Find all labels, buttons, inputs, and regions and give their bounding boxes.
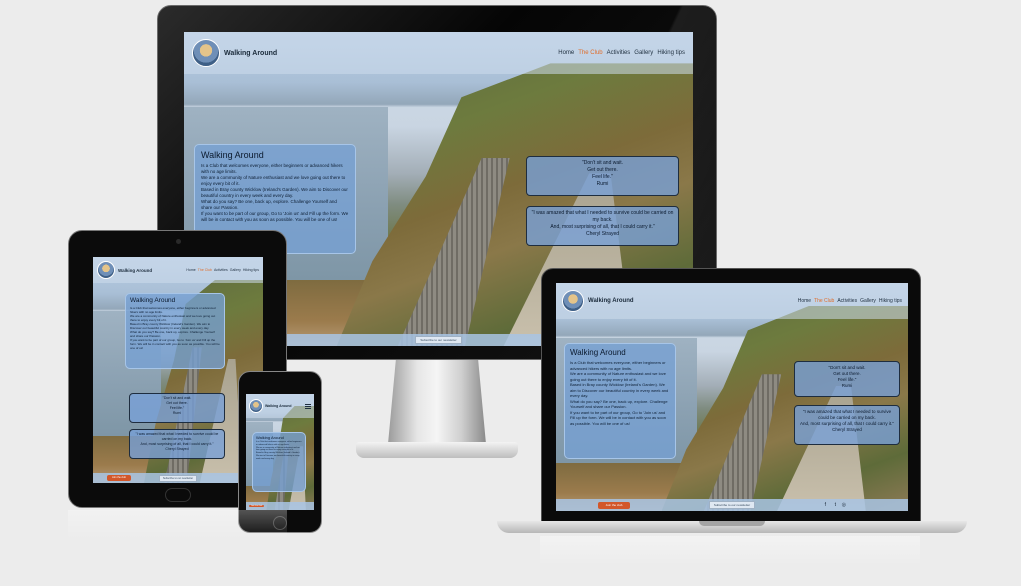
- navbar: Walking Around Home The Club Activities …: [184, 32, 693, 74]
- quote-line: "I was amazed that what I needed to surv…: [531, 210, 674, 223]
- intro-text: What do you say? Be one, back up, explor…: [201, 199, 337, 210]
- club-logo[interactable]: [192, 39, 220, 67]
- nav-gallery[interactable]: Gallery: [860, 298, 876, 304]
- club-logo[interactable]: [562, 290, 584, 312]
- brand-name[interactable]: Walking Around: [265, 404, 292, 408]
- nav-links: Home The Club Activities Gallery Hiking …: [186, 268, 259, 272]
- quote-line: Rumi: [596, 181, 609, 187]
- intro-text: Based in Bray county Wicklow (Ireland's …: [570, 382, 669, 398]
- brand-name[interactable]: Walking Around: [588, 298, 634, 304]
- navbar: Walking Around: [246, 394, 314, 418]
- nav-activities[interactable]: Activities: [607, 50, 631, 56]
- intro-box: Walking Around Is a Club that welcomes e…: [252, 432, 306, 492]
- newsletter-input[interactable]: Subscribe to our newsletter: [415, 336, 462, 344]
- join-club-button[interactable]: Join the club: [249, 505, 265, 507]
- responsive-mockup: { "brand": "Walking Around", "nav": { "i…: [0, 0, 1021, 586]
- quote-rumi: "Don't sit and wait. Get out there. Feel…: [794, 361, 900, 397]
- intro-text: Is a Club that welcomes everyone, either…: [130, 306, 216, 314]
- quote-rumi: "Don't sit and wait. Get out there. Feel…: [129, 393, 225, 423]
- intro-text: We are a community of Nature enthusiast …: [130, 314, 216, 322]
- quote-line: Cheryl Strayed: [165, 447, 189, 451]
- intro-text: We are a community of Nature enthusiast …: [570, 371, 666, 382]
- nav-hiking-tips[interactable]: Hiking tips: [243, 268, 259, 272]
- laptop-screen: Walking Around Home The Club Activities …: [541, 268, 921, 522]
- nav-activities[interactable]: Activities: [837, 298, 857, 304]
- home-button[interactable]: [165, 488, 191, 502]
- laptop-site-screenshot: Walking Around Home The Club Activities …: [556, 283, 908, 511]
- nav-home[interactable]: Home: [186, 268, 195, 272]
- monitor-stand: [356, 360, 518, 462]
- brand-name[interactable]: Walking Around: [224, 50, 277, 57]
- footer: Join the club: [246, 502, 314, 510]
- quote-line: "I was amazed that what I needed to surv…: [135, 432, 219, 441]
- intro-text: Based in Bray county Wicklow (Ireland's …: [201, 187, 348, 198]
- nav-the-club[interactable]: The Club: [814, 298, 834, 304]
- intro-text: If you want to be part of our group, Go …: [570, 409, 666, 426]
- intro-title: Walking Around: [201, 150, 264, 160]
- intro-text: Based in Bray county Wicklow (Ireland's …: [256, 452, 300, 460]
- intro-text: If you want to be part of our group, Go …: [130, 338, 220, 350]
- club-logo[interactable]: [97, 261, 115, 279]
- join-club-button[interactable]: Join the club: [107, 475, 131, 481]
- nav-hiking-tips[interactable]: Hiking tips: [657, 50, 685, 56]
- twitter-icon[interactable]: t: [835, 502, 836, 508]
- nav-home[interactable]: Home: [798, 298, 811, 304]
- facebook-icon[interactable]: f: [825, 502, 826, 508]
- newsletter-input[interactable]: Subscribe to our newsletter: [708, 501, 756, 509]
- nav-hiking-tips[interactable]: Hiking tips: [879, 298, 902, 304]
- quote-line: "I was amazed that what I needed to surv…: [802, 409, 892, 420]
- quote-strayed: "I was amazed that what I needed to surv…: [794, 405, 900, 445]
- nav-home[interactable]: Home: [558, 50, 574, 56]
- club-logo[interactable]: [249, 399, 263, 413]
- quote-strayed: "I was amazed that what I needed to surv…: [526, 206, 679, 246]
- quote-line: And, most surprising of all, that I coul…: [550, 224, 655, 230]
- intro-box: Walking Around Is a Club that welcomes e…: [564, 343, 676, 459]
- laptop-base: [497, 521, 967, 533]
- quote-line: Get out there.: [587, 167, 618, 173]
- instagram-icon[interactable]: ◎: [842, 502, 846, 508]
- quote-line: "Don't sit and wait.: [581, 160, 624, 166]
- intro-text: Is a Club that welcomes everyone, either…: [570, 360, 666, 371]
- reflection: [68, 510, 287, 540]
- nav-gallery[interactable]: Gallery: [634, 50, 653, 56]
- intro-title: Walking Around: [130, 297, 176, 304]
- reflection: [540, 536, 920, 566]
- hamburger-menu-icon[interactable]: [305, 403, 311, 409]
- quote-line: Feel life.": [592, 174, 613, 180]
- nav-gallery[interactable]: Gallery: [230, 268, 241, 272]
- join-club-button[interactable]: Join the club: [598, 502, 630, 509]
- nav-the-club[interactable]: The Club: [578, 50, 602, 56]
- nav-links: Home The Club Activities Gallery Hiking …: [798, 298, 902, 304]
- nav-the-club[interactable]: The Club: [198, 268, 212, 272]
- quote-line: Cheryl Strayed: [832, 427, 862, 432]
- intro-text: We are a community of Nature enthusiast …: [201, 175, 346, 186]
- phone-device: Walking Around Walking Around Is a Club …: [238, 371, 322, 533]
- quote-rumi: "Don't sit and wait. Get out there. Feel…: [526, 156, 679, 196]
- intro-text: Based in Bray county Wicklow (Ireland's …: [130, 322, 211, 330]
- quote-strayed: "I was amazed that what I needed to surv…: [129, 429, 225, 459]
- intro-text: What do you say? Be one, back up, explor…: [570, 398, 668, 410]
- camera: [176, 239, 181, 244]
- phone-site-screenshot: Walking Around Walking Around Is a Club …: [246, 394, 314, 510]
- intro-title: Walking Around: [570, 348, 626, 357]
- intro-text: What do you say? Be one, back up, explor…: [130, 330, 215, 338]
- intro-box: Walking Around Is a Club that welcomes e…: [125, 293, 225, 369]
- nav-links: Home The Club Activities Gallery Hiking …: [558, 50, 685, 56]
- brand-name[interactable]: Walking Around: [118, 268, 152, 273]
- nav-activities[interactable]: Activities: [214, 268, 228, 272]
- navbar: Walking Around Home The Club Activities …: [93, 257, 263, 283]
- intro-title: Walking Around: [256, 435, 284, 440]
- navbar: Walking Around Home The Club Activities …: [556, 283, 908, 319]
- quote-line: Cheryl Strayed: [585, 231, 620, 237]
- intro-text: Is a Club that welcomes everyone, either…: [201, 163, 343, 174]
- newsletter-input[interactable]: Subscribe to our newsletter: [158, 474, 198, 482]
- quote-line: Rumi: [841, 383, 853, 388]
- quote-line: Rumi: [172, 411, 182, 415]
- intro-text: If you want to be part of our group, Go …: [201, 211, 349, 222]
